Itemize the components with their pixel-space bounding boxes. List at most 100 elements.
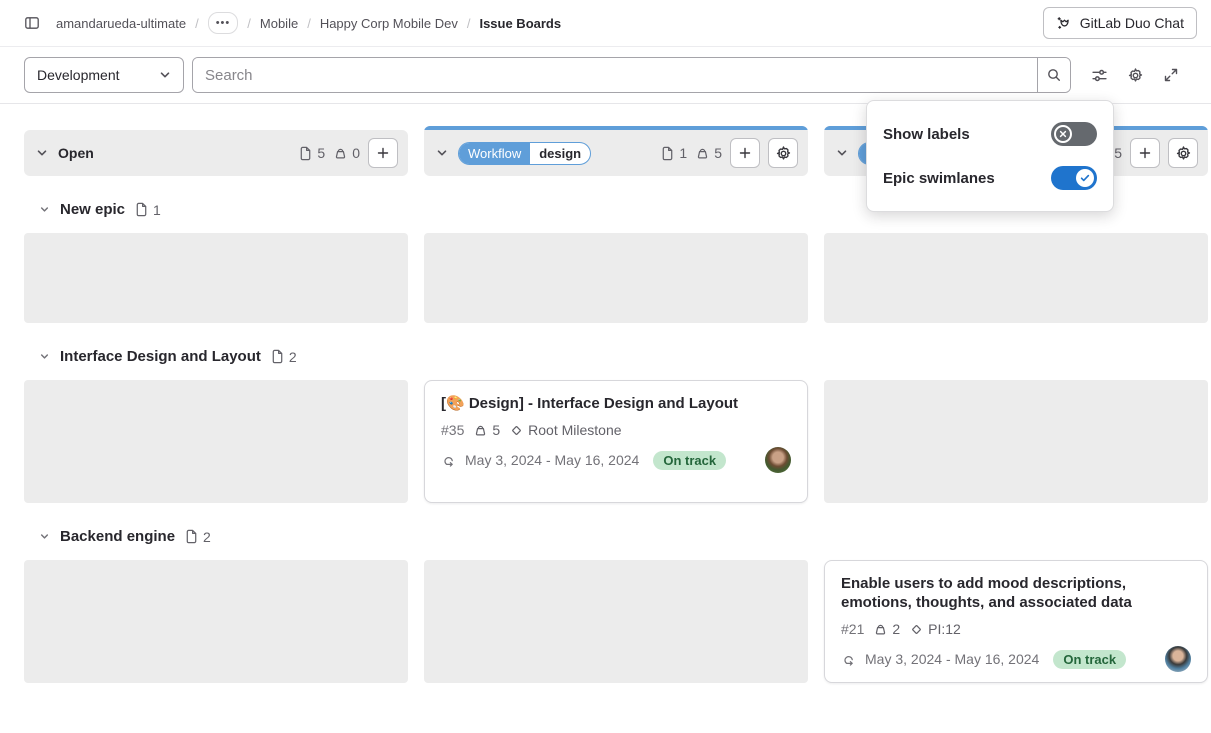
swimlane-title: Interface Design and Layout	[60, 348, 261, 365]
issue-date-range: May 3, 2024 - May 16, 2024	[465, 452, 639, 468]
collapse-swimlane-button[interactable]	[38, 530, 51, 543]
issue-card-21[interactable]: Enable users to add mood descriptions, e…	[824, 560, 1208, 683]
epic-swimlanes-row: Epic swimlanes	[867, 156, 1113, 200]
health-status-badge: On track	[1053, 650, 1126, 669]
swimlane-cells: [🎨 Design] - Interface Design and Layout…	[24, 380, 1208, 503]
swimlane-title: Backend engine	[60, 528, 175, 545]
milestone-icon	[509, 423, 524, 438]
collapse-column-button[interactable]	[34, 145, 50, 161]
breadcrumb-separator: /	[247, 16, 251, 31]
board-settings-popover: Show labels Epic swimlanes	[866, 100, 1114, 212]
search-button[interactable]	[1037, 58, 1070, 92]
collapse-swimlane-button[interactable]	[38, 203, 51, 216]
duo-chat-icon	[1056, 15, 1073, 32]
issues-icon	[134, 202, 149, 217]
gear-icon	[1127, 67, 1144, 84]
search-input[interactable]	[193, 58, 1037, 92]
swimlane-header: Interface Design and Layout 2	[24, 348, 1208, 365]
swimlane-issue-count: 2	[270, 349, 297, 365]
milestone-icon	[909, 622, 924, 637]
x-icon	[1057, 128, 1069, 140]
epic-swimlanes-toggle[interactable]	[1051, 166, 1097, 190]
label-scope: Workflow	[459, 143, 530, 164]
search-icon	[1046, 67, 1062, 83]
board-cell-empty	[824, 233, 1208, 323]
collapse-column-button[interactable]	[434, 145, 450, 161]
swimlane-issue-count: 1	[134, 202, 161, 218]
sliders-icon	[1091, 67, 1108, 84]
column-weight-count: 5	[695, 145, 722, 161]
issue-weight: 5	[473, 422, 500, 438]
breadcrumb-separator: /	[307, 16, 311, 31]
weight-icon	[333, 146, 348, 161]
fullscreen-button[interactable]	[1155, 59, 1187, 91]
issue-weight: 2	[873, 621, 900, 637]
label-value: design	[530, 143, 590, 164]
breadcrumb-current: Issue Boards	[479, 16, 561, 31]
list-settings-button[interactable]	[1168, 138, 1198, 168]
column-weight-count: 0	[333, 145, 360, 161]
issue-milestone: Root Milestone	[509, 422, 621, 438]
panel-left-icon	[24, 15, 40, 31]
issue-meta-row: #21 2 PI:12	[841, 621, 1191, 637]
board-cell-empty	[424, 233, 808, 323]
board-cell-empty	[24, 233, 408, 323]
issue-title: Enable users to add mood descriptions, e…	[841, 574, 1191, 612]
column-title: Open	[58, 145, 94, 161]
list-settings-button[interactable]	[768, 138, 798, 168]
collapse-swimlane-button[interactable]	[38, 350, 51, 363]
add-issue-button[interactable]	[368, 138, 398, 168]
issue-dates-row: May 3, 2024 - May 16, 2024 On track	[441, 447, 791, 473]
column-header-open: Open 5 0	[24, 130, 408, 176]
plus-icon	[1137, 145, 1153, 161]
add-issue-button[interactable]	[730, 138, 760, 168]
issue-card-35[interactable]: [🎨 Design] - Interface Design and Layout…	[424, 380, 808, 503]
maximize-icon	[1163, 67, 1179, 83]
breadcrumb: amandarueda-ultimate / ••• / Mobile / Ha…	[56, 12, 561, 34]
add-issue-button[interactable]	[1130, 138, 1160, 168]
column-issue-count: 5	[298, 145, 325, 161]
issues-icon	[270, 349, 285, 364]
issue-dates-row: May 3, 2024 - May 16, 2024 On track	[841, 646, 1191, 672]
duo-chat-label: GitLab Duo Chat	[1080, 15, 1184, 31]
board-cell-empty	[24, 380, 408, 503]
board-select[interactable]: Development	[24, 57, 184, 93]
breadcrumb-ellipsis-button[interactable]: •••	[208, 12, 239, 34]
breadcrumb-project[interactable]: Happy Corp Mobile Dev	[320, 16, 458, 31]
breadcrumb-group[interactable]: Mobile	[260, 16, 298, 31]
breadcrumb-separator: /	[195, 16, 199, 31]
health-status-badge: On track	[653, 451, 726, 470]
issue-title: [🎨 Design] - Interface Design and Layout	[441, 394, 791, 413]
board-options-button[interactable]	[1083, 59, 1115, 91]
board-cell: Enable users to add mood descriptions, e…	[824, 560, 1208, 683]
gear-icon	[775, 145, 792, 162]
issue-id: #35	[441, 422, 464, 438]
board-cell: [🎨 Design] - Interface Design and Layout…	[424, 380, 808, 503]
issues-icon	[298, 146, 313, 161]
plus-icon	[737, 145, 753, 161]
weight-icon	[695, 146, 710, 161]
collapse-column-button[interactable]	[834, 145, 850, 161]
swimlane-interface-design: Interface Design and Layout 2 [🎨 Design]…	[24, 348, 1208, 503]
swimlane-title: New epic	[60, 201, 125, 218]
weight-icon	[873, 622, 888, 637]
breadcrumb-root[interactable]: amandarueda-ultimate	[56, 16, 186, 31]
board-filter-bar: Development	[0, 47, 1211, 104]
scoped-label[interactable]: Workflow design	[458, 142, 591, 165]
swimlane-cells	[24, 233, 1208, 323]
iteration-icon	[841, 652, 856, 667]
iteration-icon	[441, 453, 456, 468]
board-config-button[interactable]	[1119, 59, 1151, 91]
issue-id: #21	[841, 621, 864, 637]
issue-board: Show labels Epic swimlanes Open 5	[0, 104, 1211, 683]
board-toolbar	[1083, 59, 1187, 91]
sidebar-toggle-button[interactable]	[16, 7, 48, 39]
column-issue-count: 1	[660, 145, 687, 161]
show-labels-toggle[interactable]	[1051, 122, 1097, 146]
show-labels-label: Show labels	[883, 126, 970, 143]
assignee-avatar[interactable]	[1165, 646, 1191, 672]
assignee-avatar[interactable]	[765, 447, 791, 473]
epic-swimlanes-label: Epic swimlanes	[883, 170, 995, 187]
gear-icon	[1175, 145, 1192, 162]
gitlab-duo-chat-button[interactable]: GitLab Duo Chat	[1043, 7, 1197, 39]
